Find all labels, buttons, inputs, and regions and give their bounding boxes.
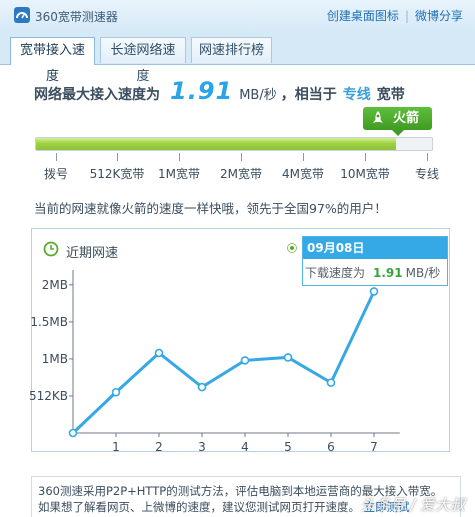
series-line <box>71 290 376 435</box>
y-tick-label: 1MB <box>42 352 68 366</box>
x-tick-label: 3 <box>198 440 206 454</box>
x-tick-label: 5 <box>284 440 292 454</box>
y-tick-label: 1.5MB <box>30 315 68 329</box>
data-point <box>68 428 78 438</box>
data-point <box>154 348 164 358</box>
tooltip-label: 下载速度为 <box>305 266 366 280</box>
data-point <box>326 378 336 387</box>
data-point <box>283 353 293 362</box>
speed-tooltip: 09月08日 下载速度为 1.91 MB/秒 <box>302 236 448 286</box>
x-tick-label: 4 <box>241 440 249 454</box>
data-point <box>240 356 250 365</box>
x-tick-label: 6 <box>327 440 335 454</box>
tooltip-date: 09月08日 <box>303 237 447 259</box>
y-tick-label: 2MB <box>42 278 68 292</box>
watermark: 头条号 / 爱大叔 <box>360 496 465 514</box>
tooltip-body: 下载速度为 1.91 MB/秒 <box>303 259 447 281</box>
data-point <box>369 287 379 296</box>
x-tick-label: 2 <box>155 440 163 454</box>
footer-line-2-text: 如果想了解看网页、上微博的速度，建议您测试网页打开速度。 <box>38 500 360 514</box>
tooltip-marker-icon <box>287 243 297 253</box>
data-point <box>197 382 207 392</box>
y-tick-label: 512KB <box>29 389 68 403</box>
x-tick-label: 1 <box>112 440 120 454</box>
x-tick-label: 7 <box>370 440 378 454</box>
tooltip-value: 1.91 <box>373 266 403 280</box>
data-point <box>111 387 121 397</box>
tooltip-unit: MB/秒 <box>405 266 441 280</box>
